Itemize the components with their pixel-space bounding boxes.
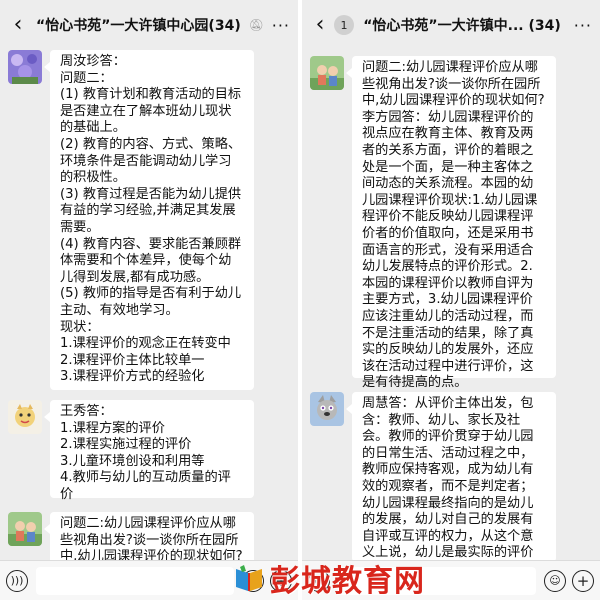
chat-pane-left: ‹ “怡心书苑”一大许镇中心园(34) 🔕︎ ··· 周汝珍答： 问题二： (1… (0, 0, 298, 600)
chat-title: “怡心书苑”一大许镇中... (34) (363, 18, 561, 34)
watermark-text: 彭城教育网 (270, 564, 425, 599)
back-icon[interactable]: ‹ (310, 14, 330, 36)
chat-header: ‹ “怡心书苑”一大许镇中心园(34) 🔕︎ ··· (0, 0, 298, 50)
chat-title: “怡心书苑”一大许镇中心园(34) (36, 18, 241, 34)
avatar-child-green-icon (310, 56, 344, 90)
mute-bell-icon: 🔕︎ (248, 18, 264, 32)
message-bubble[interactable]: 周汝珍答： 问题二： (1) 教育计划和教育活动的目标是否建立在了解本班幼儿现状… (44, 50, 254, 390)
watermark-logo-icon (236, 565, 262, 591)
chat-header: ‹ 1 “怡心书苑”一大许镇中... (34) ··· (302, 0, 600, 50)
avatar[interactable] (8, 50, 42, 84)
avatar[interactable] (8, 512, 42, 546)
watermark: 彭城教育网 (234, 556, 425, 600)
message-bubble[interactable]: 周慧答：从评价主体出发，包含：教师、幼儿、家长及社会。教师的评价贯穿于幼儿园的日… (346, 392, 556, 577)
avatar-cartoon-fox-icon (310, 392, 344, 426)
voice-icon[interactable]: ))) (6, 569, 28, 592)
message-bubble[interactable]: 问题二:幼儿园课程评价应从哪些视角出发?谈一谈你所在园所中,幼儿园课程评价的现状… (346, 56, 556, 390)
message-input[interactable] (36, 566, 234, 595)
avatar-cartoon-cat-icon (8, 400, 42, 434)
more-options-icon[interactable]: ··· (566, 16, 592, 35)
back-icon[interactable]: ‹ (8, 14, 28, 36)
more-options-icon[interactable]: ··· (264, 16, 290, 35)
avatar[interactable] (310, 392, 344, 426)
avatar-child-green-icon (8, 512, 42, 546)
avatar[interactable] (8, 400, 42, 434)
message-bubble[interactable]: 王秀答： 1.课程方案的评价 2.课程实施过程的评价 3.儿童环境创设和利用等 … (44, 400, 254, 502)
chat-pane-right: ‹ 1 “怡心书苑”一大许镇中... (34) ··· 问题二:幼儿园课程评价应… (302, 0, 600, 600)
unread-badge: 1 (334, 15, 354, 35)
emoji-icon[interactable]: ☺ (544, 569, 566, 592)
avatar-purple-flowers-icon (8, 50, 42, 84)
plus-icon[interactable]: + (572, 569, 594, 592)
avatar[interactable] (310, 56, 344, 90)
